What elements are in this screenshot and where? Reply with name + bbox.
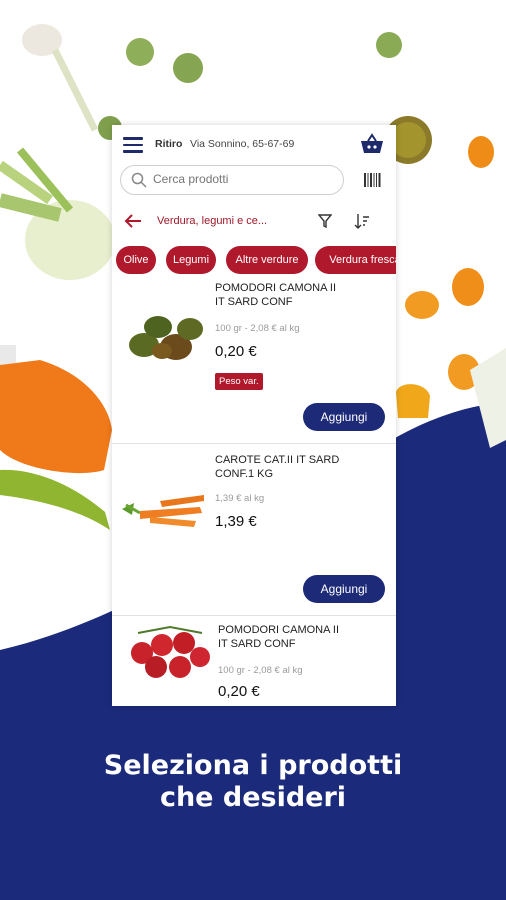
add-to-cart-button[interactable]: Aggiungi [303,403,385,431]
product-card[interactable]: POMODORI CAMONA II IT SARD CONF 100 gr -… [112,281,396,443]
product-unit-price: 1,39 € al kg [215,493,265,504]
search-bar[interactable] [120,165,344,195]
caption-line-1: Seleziona i prodotti [103,750,403,781]
divider [112,615,396,616]
search-icon [131,172,147,188]
filter-icon[interactable] [318,213,332,229]
product-name-line-2: CONF.1 KG [215,468,274,480]
product-name-line-2: IT SARD CONF [218,638,296,650]
caption-line-2: che desideri [159,782,347,813]
chip-altre-verdure[interactable]: Altre verdure [226,246,308,274]
menu-icon[interactable] [123,137,143,153]
variable-weight-badge: Peso var. [215,373,263,390]
category-title: Verdura, legumi e ce... [157,215,268,227]
top-bar: Ritiro Via Sonnino, 65-67-69 [112,125,396,163]
product-price: 1,39 € [215,513,257,530]
subcategory-chips: Olive Legumi Altre verdure Verdura fresc… [116,246,396,274]
sort-icon[interactable] [354,213,370,229]
pickup-mode-label[interactable]: Ritiro [155,138,182,150]
product-name-line-2: IT SARD CONF [215,296,293,308]
chip-verdura-fresca[interactable]: Verdura fresca [315,246,396,274]
product-price: 0,20 € [218,683,260,700]
product-name-line-1: POMODORI CAMONA II [218,624,340,636]
product-card[interactable]: POMODORI CAMONA II IT SARD CONF 100 gr -… [112,623,396,706]
product-price: 0,20 € [215,343,257,360]
store-address[interactable]: Via Sonnino, 65-67-69 [190,138,294,150]
product-name-line-1: CAROTE CAT.II IT SARD [215,454,340,466]
product-image [131,625,210,678]
product-card[interactable]: CAROTE CAT.II IT SARD CONF.1 KG 1,39 € a… [112,453,396,613]
product-image [122,495,204,527]
product-name-line-1: POMODORI CAMONA II [215,282,337,294]
basket-icon[interactable] [360,133,384,155]
breadcrumb: Verdura, legumi e ce... [112,209,396,235]
product-unit-price: 100 gr - 2,08 € al kg [215,323,300,334]
product-image [129,316,203,360]
chip-olive[interactable]: Olive [116,246,156,274]
search-input[interactable] [153,172,333,186]
divider [112,443,396,444]
product-unit-price: 100 gr - 2,08 € al kg [218,665,303,676]
chip-legumi[interactable]: Legumi [166,246,216,274]
add-to-cart-button[interactable]: Aggiungi [303,575,385,603]
barcode-icon[interactable] [364,173,382,187]
back-arrow-icon[interactable] [124,213,142,229]
app-screen: Ritiro Via Sonnino, 65-67-69 Verdura, le… [112,125,396,706]
